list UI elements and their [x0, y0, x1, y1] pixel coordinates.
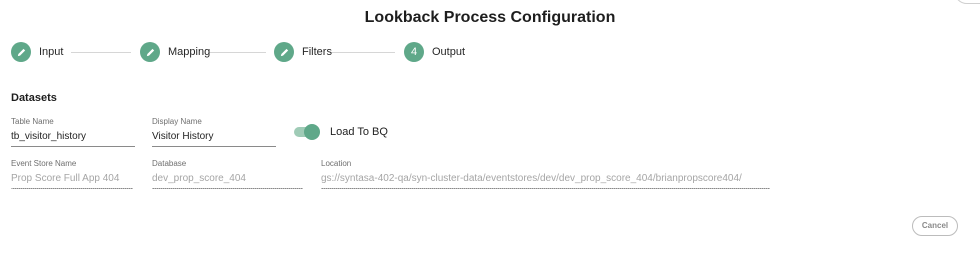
field-underline — [11, 146, 135, 147]
display-name-field[interactable]: Display Name Visitor History — [152, 117, 276, 147]
event-store-name-field: Event Store Name Prop Score Full App 404 — [11, 159, 133, 189]
field-underline — [152, 188, 303, 189]
page-title: Lookback Process Configuration — [364, 9, 616, 26]
location-value: gs://syntasa-402-qa/syn-cluster-data/eve… — [321, 173, 742, 184]
database-field: Database dev_prop_score_404 — [152, 159, 303, 189]
step-connector — [71, 52, 131, 53]
pencil-icon — [274, 42, 294, 62]
step-output-label: Output — [432, 46, 466, 58]
corner-close-control[interactable] — [954, 0, 980, 4]
field-underline — [152, 146, 276, 147]
toggle-thumb[interactable] — [304, 124, 320, 140]
step-number-badge: 4 — [404, 42, 424, 62]
table-name-field[interactable]: Table Name tb_visitor_history — [11, 117, 135, 147]
toggle-track[interactable] — [294, 124, 320, 140]
load-to-bq-label: Load To BQ — [330, 126, 388, 138]
pencil-icon — [140, 42, 160, 62]
display-name-label: Display Name — [152, 117, 202, 126]
lookback-config-page: Lookback Process Configuration Input Map… — [0, 0, 980, 260]
display-name-value[interactable]: Visitor History — [152, 130, 276, 143]
step-input-label: Input — [39, 46, 64, 58]
load-to-bq-toggle[interactable]: Load To BQ — [294, 124, 388, 140]
cancel-button[interactable]: Cancel — [912, 216, 958, 236]
table-name-label: Table Name — [11, 117, 54, 126]
step-connector — [209, 52, 266, 53]
step-mapping-label: Mapping — [168, 46, 211, 58]
database-label: Database — [152, 159, 187, 168]
pencil-icon — [11, 42, 31, 62]
step-mapping[interactable]: Mapping — [140, 42, 210, 62]
step-output[interactable]: 4 Output — [404, 42, 465, 62]
step-filters-label: Filters — [302, 46, 332, 58]
field-underline — [11, 188, 133, 189]
step-connector — [331, 52, 395, 53]
event-store-name-value: Prop Score Full App 404 — [11, 173, 120, 184]
field-underline — [321, 188, 770, 189]
datasets-section-title: Datasets — [11, 92, 57, 104]
database-value: dev_prop_score_404 — [152, 173, 246, 184]
stepper: Input Mapping Filters 4 Output — [0, 42, 980, 64]
location-field: Location gs://syntasa-402-qa/syn-cluster… — [321, 159, 770, 189]
step-filters[interactable]: Filters — [274, 42, 332, 62]
event-store-name-label: Event Store Name — [11, 159, 77, 168]
location-label: Location — [321, 159, 352, 168]
table-name-value[interactable]: tb_visitor_history — [11, 130, 135, 143]
step-input[interactable]: Input — [11, 42, 63, 62]
